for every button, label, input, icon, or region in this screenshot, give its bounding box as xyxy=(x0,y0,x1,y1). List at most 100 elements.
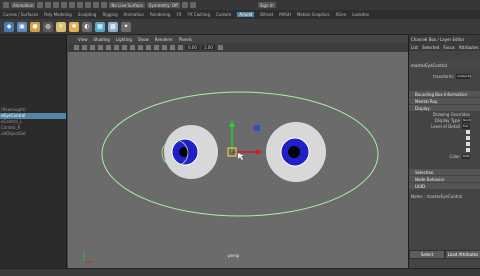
menu-selected[interactable]: Selected xyxy=(422,45,439,50)
render-icon[interactable] xyxy=(181,2,188,8)
tab-fx-caching[interactable]: FX Caching xyxy=(188,12,210,17)
menu-list[interactable]: List xyxy=(411,45,418,50)
section-selection[interactable]: Selection xyxy=(409,169,480,175)
menu-set-icon[interactable] xyxy=(3,2,9,8)
resolution-gate-icon[interactable] xyxy=(122,45,127,50)
menu-view[interactable]: View xyxy=(78,37,88,42)
transform-name-field[interactable]: masterEy xyxy=(456,73,471,79)
display-type-dropdown[interactable]: Norm xyxy=(462,117,471,123)
override-checkbox[interactable] xyxy=(466,148,470,152)
camera-attributes-icon[interactable] xyxy=(82,45,87,50)
tab-motion-graphics[interactable]: Motion Graphics xyxy=(297,12,330,17)
physical-sky-icon[interactable]: ◐ xyxy=(82,21,92,32)
outliner-item[interactable]: ultObjectSet xyxy=(0,131,66,137)
tab-lookdev[interactable]: Lookdev xyxy=(352,12,369,17)
shadows-icon[interactable] xyxy=(162,45,167,50)
standin-icon[interactable]: ▦ xyxy=(95,21,105,32)
bookmark-icon[interactable] xyxy=(90,45,95,50)
film-gate-icon[interactable] xyxy=(114,45,119,50)
select-button[interactable]: Select xyxy=(409,250,445,259)
skydome-light-icon[interactable]: ✺ xyxy=(69,21,79,32)
move-manipulator-x-arrow[interactable] xyxy=(256,149,263,155)
tab-bifrost[interactable]: Bifrost xyxy=(260,12,273,17)
override-checkbox[interactable] xyxy=(466,136,470,140)
area-light-icon[interactable]: ● xyxy=(30,21,40,32)
section-uuid[interactable]: UUID xyxy=(409,183,480,189)
section-mental-ray[interactable]: Mental Ray xyxy=(409,98,480,104)
undo-icon[interactable] xyxy=(61,2,68,8)
exposure-field[interactable]: 0.00 xyxy=(186,45,199,50)
photometric-light-icon[interactable]: ☀ xyxy=(56,21,66,32)
channel-box-panel: Channel Box / Layer Editor List Selected… xyxy=(408,35,480,268)
textured-icon[interactable] xyxy=(146,45,151,50)
camera-label: persp xyxy=(228,253,240,258)
outliner-item[interactable] xyxy=(0,71,66,77)
timeline[interactable] xyxy=(0,268,480,276)
menu-renderer[interactable]: Renderer xyxy=(155,37,173,42)
tab-mash[interactable]: MASH xyxy=(279,12,291,17)
open-scene-icon[interactable] xyxy=(45,2,52,8)
render-view-icon[interactable]: ▣ xyxy=(17,21,27,32)
viewport-scene[interactable] xyxy=(68,52,408,268)
tab-arnold[interactable]: Arnold xyxy=(237,12,255,17)
sign-in-button[interactable]: Sign In xyxy=(257,2,276,8)
tab-poly-modeling[interactable]: Poly Modeling xyxy=(44,12,72,17)
tab-rigging[interactable]: Rigging xyxy=(102,12,117,17)
save-scene-icon[interactable] xyxy=(53,2,60,8)
level-of-detail-dropdown[interactable]: Full xyxy=(462,123,470,129)
arnold-render-icon[interactable]: ◆ xyxy=(4,21,14,32)
tab-animation[interactable]: Animation xyxy=(124,12,144,17)
tab-sculpting[interactable]: Sculpting xyxy=(78,12,97,17)
symmetry-dropdown[interactable]: Symmetry: Off xyxy=(146,2,180,8)
tab-xgen[interactable]: XGen xyxy=(335,12,346,17)
menu-set-dropdown[interactable]: Animation xyxy=(11,2,36,8)
move-manipulator-y-arrow[interactable] xyxy=(229,120,235,127)
menu-panels[interactable]: Panels xyxy=(179,37,192,42)
image-plane-icon[interactable] xyxy=(98,45,103,50)
right-pupil xyxy=(288,146,300,158)
viewport-toolbar: 0.00 1.00 xyxy=(68,43,408,52)
menu-lighting[interactable]: Lighting xyxy=(116,37,132,42)
tab-custom[interactable]: Custom xyxy=(216,12,231,17)
smooth-shade-icon[interactable] xyxy=(138,45,143,50)
move-manipulator-plane-handle[interactable] xyxy=(254,125,260,131)
wireframe-icon[interactable] xyxy=(130,45,135,50)
menu-attributes[interactable]: Attributes xyxy=(459,45,479,50)
color-mode-dropdown[interactable]: RGB xyxy=(462,153,470,159)
section-bounding-box[interactable]: Bounding Box Information xyxy=(409,91,480,97)
select-camera-icon[interactable] xyxy=(74,45,79,50)
menu-shading[interactable]: Shading xyxy=(94,37,110,42)
menu-focus[interactable]: Focus xyxy=(443,45,454,50)
tab-fx[interactable]: FX xyxy=(176,12,181,17)
shelf: ◆ ▣ ● ◍ ☀ ✺ ◐ ▦ ▩ ✦ xyxy=(0,19,480,35)
override-checkbox[interactable] xyxy=(466,142,470,146)
ipr-render-icon[interactable] xyxy=(189,2,196,8)
gamma-field[interactable]: 1.00 xyxy=(201,45,215,50)
redo-icon[interactable] xyxy=(69,2,76,8)
transform-row: transform: masterEy xyxy=(433,73,472,79)
volume-icon[interactable]: ▩ xyxy=(108,21,118,32)
flush-cache-icon[interactable]: ✦ xyxy=(121,21,131,32)
override-checkbox[interactable] xyxy=(466,130,470,134)
channel-box-title: Channel Box / Layer Editor xyxy=(409,35,480,43)
menu-show[interactable]: Show xyxy=(138,37,149,42)
color-management-icon[interactable] xyxy=(217,45,223,50)
mouse-cursor-icon xyxy=(238,153,244,160)
section-node-behavior[interactable]: Node Behavior xyxy=(409,176,480,182)
live-surface-dropdown[interactable]: No Live Surface xyxy=(109,2,145,8)
node-tab[interactable]: masterEyeControl xyxy=(409,61,480,69)
select-hierarchy-icon[interactable] xyxy=(77,2,84,8)
snap-curve-icon[interactable] xyxy=(93,2,100,8)
tab-rendering[interactable]: Rendering xyxy=(150,12,170,17)
snap-point-icon[interactable] xyxy=(101,2,108,8)
xray-icon[interactable] xyxy=(170,45,175,50)
new-scene-icon[interactable] xyxy=(37,2,44,8)
load-attributes-button[interactable]: Load Attributes xyxy=(445,250,480,259)
isolate-icon[interactable] xyxy=(178,45,183,50)
mesh-light-icon[interactable]: ◍ xyxy=(43,21,53,32)
snap-grid-icon[interactable] xyxy=(85,2,92,8)
grid-icon[interactable] xyxy=(106,45,111,50)
outliner-panel: (Rewrought) eEyeControl eControl_L Contr… xyxy=(0,35,67,268)
lights-icon[interactable] xyxy=(154,45,159,50)
tab-curves-surfaces[interactable]: Curves / Surfaces xyxy=(3,12,38,17)
